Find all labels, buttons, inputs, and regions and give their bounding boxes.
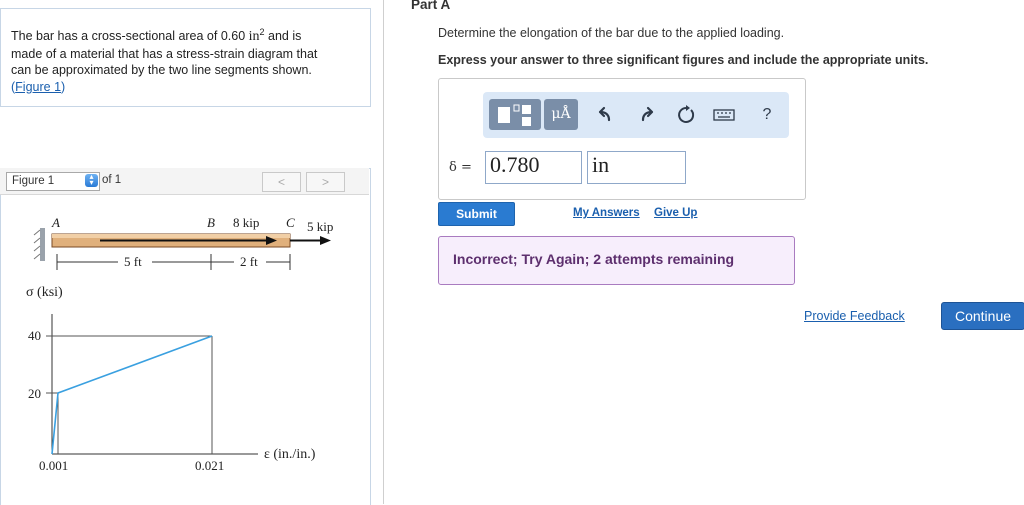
redo-icon[interactable]: [636, 104, 658, 126]
answer-format-instruction: Express your answer to three significant…: [438, 53, 929, 67]
submit-button[interactable]: Submit: [438, 202, 515, 226]
wall-support: [40, 228, 45, 261]
figure-link[interactable]: Figure 1: [15, 80, 61, 94]
units-button[interactable]: μÅ: [544, 99, 578, 130]
templates-icon: [498, 104, 531, 126]
my-answers-link[interactable]: My Answers: [573, 207, 640, 219]
problem-statement: The bar has a cross-sectional area of 0.…: [11, 24, 361, 95]
label-c: C: [286, 215, 295, 230]
math-toolbar: μÅ ?: [483, 92, 789, 138]
next-figure-button[interactable]: >: [306, 172, 345, 192]
problem-line3: can be approximated by the two line segm…: [11, 63, 312, 78]
arrowhead-icon: [320, 236, 331, 245]
stress-axis-label: σ (ksi): [26, 285, 63, 300]
reset-icon[interactable]: [675, 104, 697, 126]
undo-icon[interactable]: [594, 104, 616, 126]
y-tick-20: 20: [28, 386, 41, 401]
wall-hatching: [33, 229, 41, 260]
templates-button[interactable]: [489, 99, 541, 130]
dimension-bc: 2 ft: [240, 254, 258, 269]
x-tick-0021: 0.021: [195, 458, 224, 473]
dimension-ab: 5 ft: [124, 254, 142, 269]
x-tick-0001: 0.001: [39, 458, 68, 473]
answer-value-input[interactable]: 0.780: [485, 151, 582, 184]
figure-link-close: ): [61, 79, 66, 94]
answer-symbol-label: δ =: [449, 160, 472, 175]
figure-select[interactable]: Figure 1 ▴ ▾: [6, 172, 100, 191]
answer-unit-input[interactable]: in: [587, 151, 686, 184]
updown-chevron-icon: ▴ ▾: [85, 173, 98, 187]
figure-count: of 1: [102, 174, 122, 186]
bar-highlight: [52, 234, 290, 238]
feedback-message: Incorrect; Try Again; 2 attempts remaini…: [453, 251, 735, 267]
stress-strain-curve: [51, 335, 213, 455]
continue-button[interactable]: Continue: [941, 302, 1024, 330]
keyboard-icon[interactable]: [712, 104, 735, 126]
part-title: Part A: [411, 0, 451, 12]
help-button[interactable]: ?: [756, 104, 778, 126]
figure-diagram: A B 8 kip C 5 kip 5 ft 2 ft σ (ksi) 40 2…: [26, 215, 333, 473]
question-instruction: Determine the elongation of the bar due …: [438, 26, 785, 40]
problem-line1-a: The bar has a cross-sectional area of 0.…: [11, 29, 249, 44]
label-a: A: [51, 215, 60, 230]
previous-figure-button[interactable]: <: [262, 172, 301, 192]
problem-line1-b: and is: [264, 29, 302, 44]
load-c-label: 5 kip: [307, 219, 333, 234]
area-unit: in: [248, 29, 260, 45]
strain-axis-label: ε (in./in.): [264, 447, 316, 462]
give-up-link[interactable]: Give Up: [654, 207, 697, 219]
y-tick-40: 40: [28, 328, 41, 343]
label-b: B: [207, 215, 215, 230]
provide-feedback-link[interactable]: Provide Feedback: [804, 309, 905, 323]
figure-select-value: Figure 1: [12, 175, 55, 187]
problem-line2: made of a material that has a stress-str…: [11, 46, 318, 61]
load-b-label: 8 kip: [233, 215, 259, 230]
